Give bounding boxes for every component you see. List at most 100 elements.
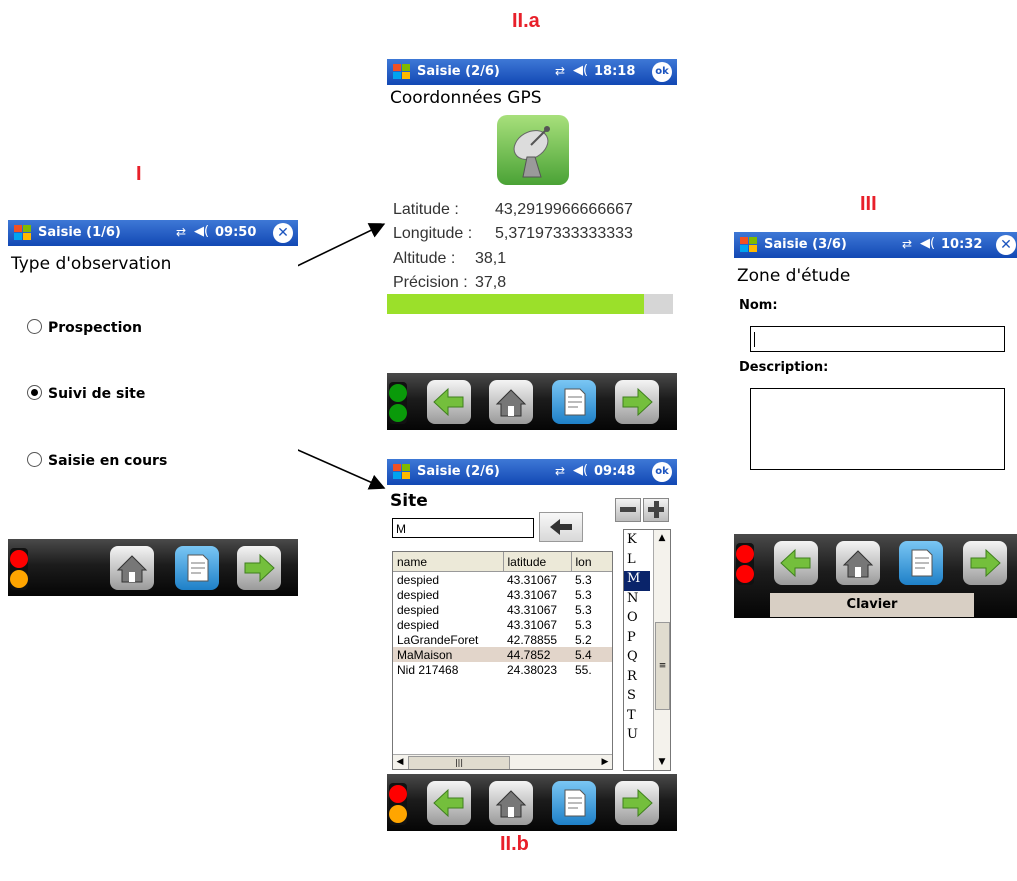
ok-button[interactable]: ok [652, 462, 672, 482]
table-row[interactable]: despied 43.31067 5.3 [393, 572, 612, 588]
option-prospection[interactable]: Prospection [27, 319, 142, 336]
table-row[interactable]: despied 43.31067 5.3 [393, 617, 612, 632]
arrow-left-icon [433, 788, 464, 818]
scroll-thumb[interactable]: ≡ [655, 622, 670, 710]
connectivity-icon[interactable]: ⇄ [902, 237, 912, 251]
notes-button[interactable] [552, 380, 596, 424]
scroll-right-arrow[interactable]: ▶ [598, 755, 612, 769]
speaker-icon[interactable]: ◀( [194, 224, 209, 239]
description-field[interactable] [750, 388, 1005, 470]
zoom-out-button[interactable] [615, 498, 641, 522]
radio-button[interactable] [27, 319, 42, 334]
home-button[interactable] [489, 380, 533, 424]
letter-item[interactable]: U [624, 727, 650, 747]
column-header-name[interactable]: name [393, 552, 504, 572]
scroll-up-arrow[interactable]: ▲ [654, 530, 670, 546]
arrow-left-icon [550, 519, 572, 535]
bottom-toolbar [387, 774, 677, 831]
close-icon[interactable]: ✕ [996, 235, 1016, 255]
windows-start-icon[interactable] [391, 62, 413, 82]
next-button[interactable] [237, 546, 281, 590]
cell-longitude: 5.3 [575, 617, 592, 632]
letter-item[interactable]: Q [624, 649, 650, 669]
page-title: Site [390, 491, 428, 511]
letter-item[interactable]: L [624, 552, 650, 572]
notes-button[interactable] [899, 541, 943, 585]
clock[interactable]: 10:32 [941, 237, 982, 252]
letter-item[interactable]: N [624, 591, 650, 611]
backspace-button[interactable] [539, 512, 583, 542]
gps-row-precision: Précision : 37,8 [393, 274, 506, 292]
speaker-icon[interactable]: ◀( [573, 463, 588, 478]
radio-button[interactable] [27, 452, 42, 467]
option-saisie-en-cours[interactable]: Saisie en cours [27, 452, 167, 469]
ok-button[interactable]: ok [652, 62, 672, 82]
document-icon [564, 388, 586, 416]
cell-longitude: 5.2 [575, 632, 592, 647]
clock[interactable]: 18:18 [594, 64, 635, 79]
name-field[interactable] [750, 326, 1005, 352]
scroll-left-arrow[interactable]: ◀ [393, 755, 407, 769]
notes-button[interactable] [552, 781, 596, 825]
keyboard-button[interactable]: Clavier [770, 593, 974, 617]
table-row[interactable]: LaGrandeForet 42.78855 5.2 [393, 632, 612, 647]
screen-type-observation: Saisie (1/6) ⇄ ◀( 09:50 ✕ Type d'observa… [8, 220, 298, 602]
close-icon[interactable]: ✕ [273, 223, 293, 243]
radio-button[interactable] [27, 385, 42, 400]
letter-item[interactable]: S [624, 688, 650, 708]
column-header-longitude[interactable]: lon [571, 552, 612, 572]
letter-item[interactable]: P [624, 630, 650, 650]
table-row[interactable]: despied 43.31067 5.3 [393, 587, 612, 602]
option-suivi-de-site[interactable]: Suivi de site [27, 385, 145, 402]
table-row-selected[interactable]: MaMaison 44.7852 5.4 [393, 647, 612, 662]
home-button[interactable] [836, 541, 880, 585]
cell-longitude: 55. [575, 662, 592, 677]
field-value: 43,2919966666667 [495, 201, 633, 218]
table-row[interactable]: Nid 217468 24.38023 55. [393, 662, 612, 677]
vertical-scrollbar[interactable]: ▲ ≡ ▼ [653, 530, 670, 770]
windows-start-icon[interactable] [391, 462, 413, 482]
traffic-light-icon [389, 382, 407, 424]
letter-item[interactable]: R [624, 669, 650, 689]
column-header-latitude[interactable]: latitude [503, 552, 572, 572]
connectivity-icon[interactable]: ⇄ [555, 64, 565, 78]
site-table[interactable]: name latitude lon despied 43.31067 5.3 des… [392, 551, 613, 770]
letter-list: K L M N O P Q R S T U [624, 532, 650, 747]
scroll-down-arrow[interactable]: ▼ [654, 754, 670, 770]
search-input[interactable]: M [392, 518, 534, 538]
clock[interactable]: 09:50 [215, 225, 256, 240]
letter-item[interactable]: K [624, 532, 650, 552]
next-button[interactable] [963, 541, 1007, 585]
connectivity-icon[interactable]: ⇄ [176, 225, 186, 239]
connectivity-icon[interactable]: ⇄ [555, 464, 565, 478]
cell-name: despied [397, 572, 440, 587]
speaker-icon[interactable]: ◀( [573, 63, 588, 78]
alphabet-index[interactable]: K L M N O P Q R S T U ▲ ≡ ▼ [623, 529, 671, 771]
back-button[interactable] [774, 541, 818, 585]
next-button[interactable] [615, 380, 659, 424]
letter-item[interactable]: T [624, 708, 650, 728]
notes-button[interactable] [175, 546, 219, 590]
home-button[interactable] [489, 781, 533, 825]
windows-start-icon[interactable] [738, 235, 760, 255]
next-button[interactable] [615, 781, 659, 825]
speaker-icon[interactable]: ◀( [920, 236, 935, 251]
windows-start-icon[interactable] [12, 223, 34, 243]
back-button[interactable] [427, 380, 471, 424]
letter-item[interactable]: O [624, 610, 650, 630]
title-bar: Saisie (2/6) ⇄ ◀( 09:48 ok [387, 459, 677, 485]
back-button[interactable] [427, 781, 471, 825]
title-bar: Saisie (1/6) ⇄ ◀( 09:50 ✕ [8, 220, 298, 246]
scroll-thumb[interactable]: ||| [408, 756, 510, 769]
table-row[interactable]: despied 43.31067 5.3 [393, 602, 612, 617]
letter-item-selected[interactable]: M [624, 571, 650, 591]
clock[interactable]: 09:48 [594, 464, 635, 479]
document-icon [564, 789, 586, 817]
home-button[interactable] [110, 546, 154, 590]
home-icon [495, 389, 527, 417]
arrow-right-icon [244, 553, 275, 583]
horizontal-scrollbar[interactable]: ◀ ||| ▶ [393, 754, 612, 769]
field-label: Latitude : [393, 201, 459, 218]
cell-longitude: 5.3 [575, 587, 592, 602]
zoom-in-button[interactable] [643, 498, 669, 522]
